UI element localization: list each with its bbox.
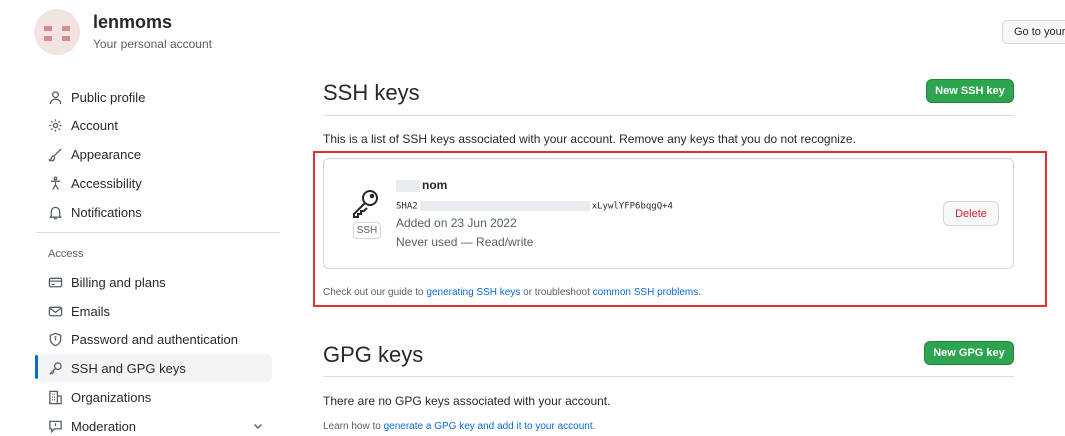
sidebar-divider bbox=[36, 232, 280, 233]
person-icon bbox=[49, 90, 62, 104]
gpg-empty-text: There are no GPG keys associated with yo… bbox=[323, 394, 611, 408]
new-gpg-key-button[interactable]: New GPG key bbox=[924, 341, 1014, 365]
gpg-title-divider bbox=[323, 376, 1014, 377]
sidebar-item-label: Accessibility bbox=[71, 175, 142, 191]
gpg-keys-title: GPG keys bbox=[323, 342, 424, 367]
sidebar-item-billing[interactable]: Billing and plans bbox=[36, 268, 272, 296]
accessibility-icon bbox=[50, 175, 61, 190]
sidebar-item-account[interactable]: Account bbox=[36, 111, 272, 139]
sidebar-item-label: Moderation bbox=[71, 418, 137, 434]
gpg-learn-text: Learn how to generate a GPG key and add … bbox=[323, 421, 596, 432]
go-to-profile-button[interactable]: Go to your bbox=[1002, 20, 1065, 44]
avatar[interactable] bbox=[34, 9, 80, 55]
sidebar-item-label: Appearance bbox=[71, 146, 142, 162]
paintbrush-icon bbox=[48, 147, 62, 161]
sidebar-group-access: Access bbox=[48, 248, 84, 260]
sidebar-item-label: Billing and plans bbox=[71, 274, 166, 290]
chevron-down-icon[interactable] bbox=[252, 420, 264, 432]
new-ssh-key-button[interactable]: New SSH key bbox=[926, 79, 1014, 103]
sidebar-item-label: Emails bbox=[71, 303, 111, 319]
report-icon bbox=[49, 420, 62, 433]
sidebar-item-appearance[interactable]: Appearance bbox=[36, 140, 272, 168]
account-name: lenmoms bbox=[93, 12, 173, 32]
sidebar-item-accessibility[interactable]: Accessibility bbox=[36, 169, 272, 197]
sidebar-item-label: SSH and GPG keys bbox=[71, 360, 186, 376]
sidebar-item-label: Notifications bbox=[71, 204, 142, 220]
sidebar-item-emails[interactable]: Emails bbox=[36, 297, 272, 325]
organization-icon bbox=[49, 390, 62, 404]
sidebar-active-indicator bbox=[35, 355, 38, 379]
key-icon bbox=[49, 361, 62, 375]
sidebar-item-label: Account bbox=[71, 117, 118, 133]
highlight-box bbox=[313, 151, 1047, 307]
sidebar-item-notifications[interactable]: Notifications bbox=[36, 198, 272, 226]
sidebar-item-moderation[interactable]: Moderation bbox=[36, 412, 272, 436]
sidebar-item-label: Organizations bbox=[71, 389, 152, 405]
generate-gpg-key-link[interactable]: generate a GPG key and add it to your ac… bbox=[384, 421, 593, 432]
sidebar-item-organizations[interactable]: Organizations bbox=[36, 383, 272, 411]
credit-card-icon bbox=[48, 277, 63, 287]
bell-icon bbox=[49, 206, 62, 219]
account-subtitle: Your personal account bbox=[93, 37, 212, 51]
sidebar-item-public-profile[interactable]: Public profile bbox=[36, 83, 272, 111]
sidebar-item-password-auth[interactable]: Password and authentication bbox=[36, 325, 272, 353]
sidebar-item-label: Password and authentication bbox=[71, 331, 238, 347]
ssh-title-divider bbox=[323, 115, 1014, 116]
sidebar-item-ssh-gpg-keys[interactable]: SSH and GPG keys bbox=[36, 354, 272, 382]
ssh-keys-title: SSH keys bbox=[323, 80, 420, 105]
shield-icon bbox=[49, 332, 62, 346]
sidebar-item-label: Public profile bbox=[71, 89, 146, 105]
ssh-description: This is a list of SSH keys associated wi… bbox=[323, 132, 856, 146]
mail-icon bbox=[48, 306, 63, 316]
gear-icon bbox=[49, 118, 62, 132]
